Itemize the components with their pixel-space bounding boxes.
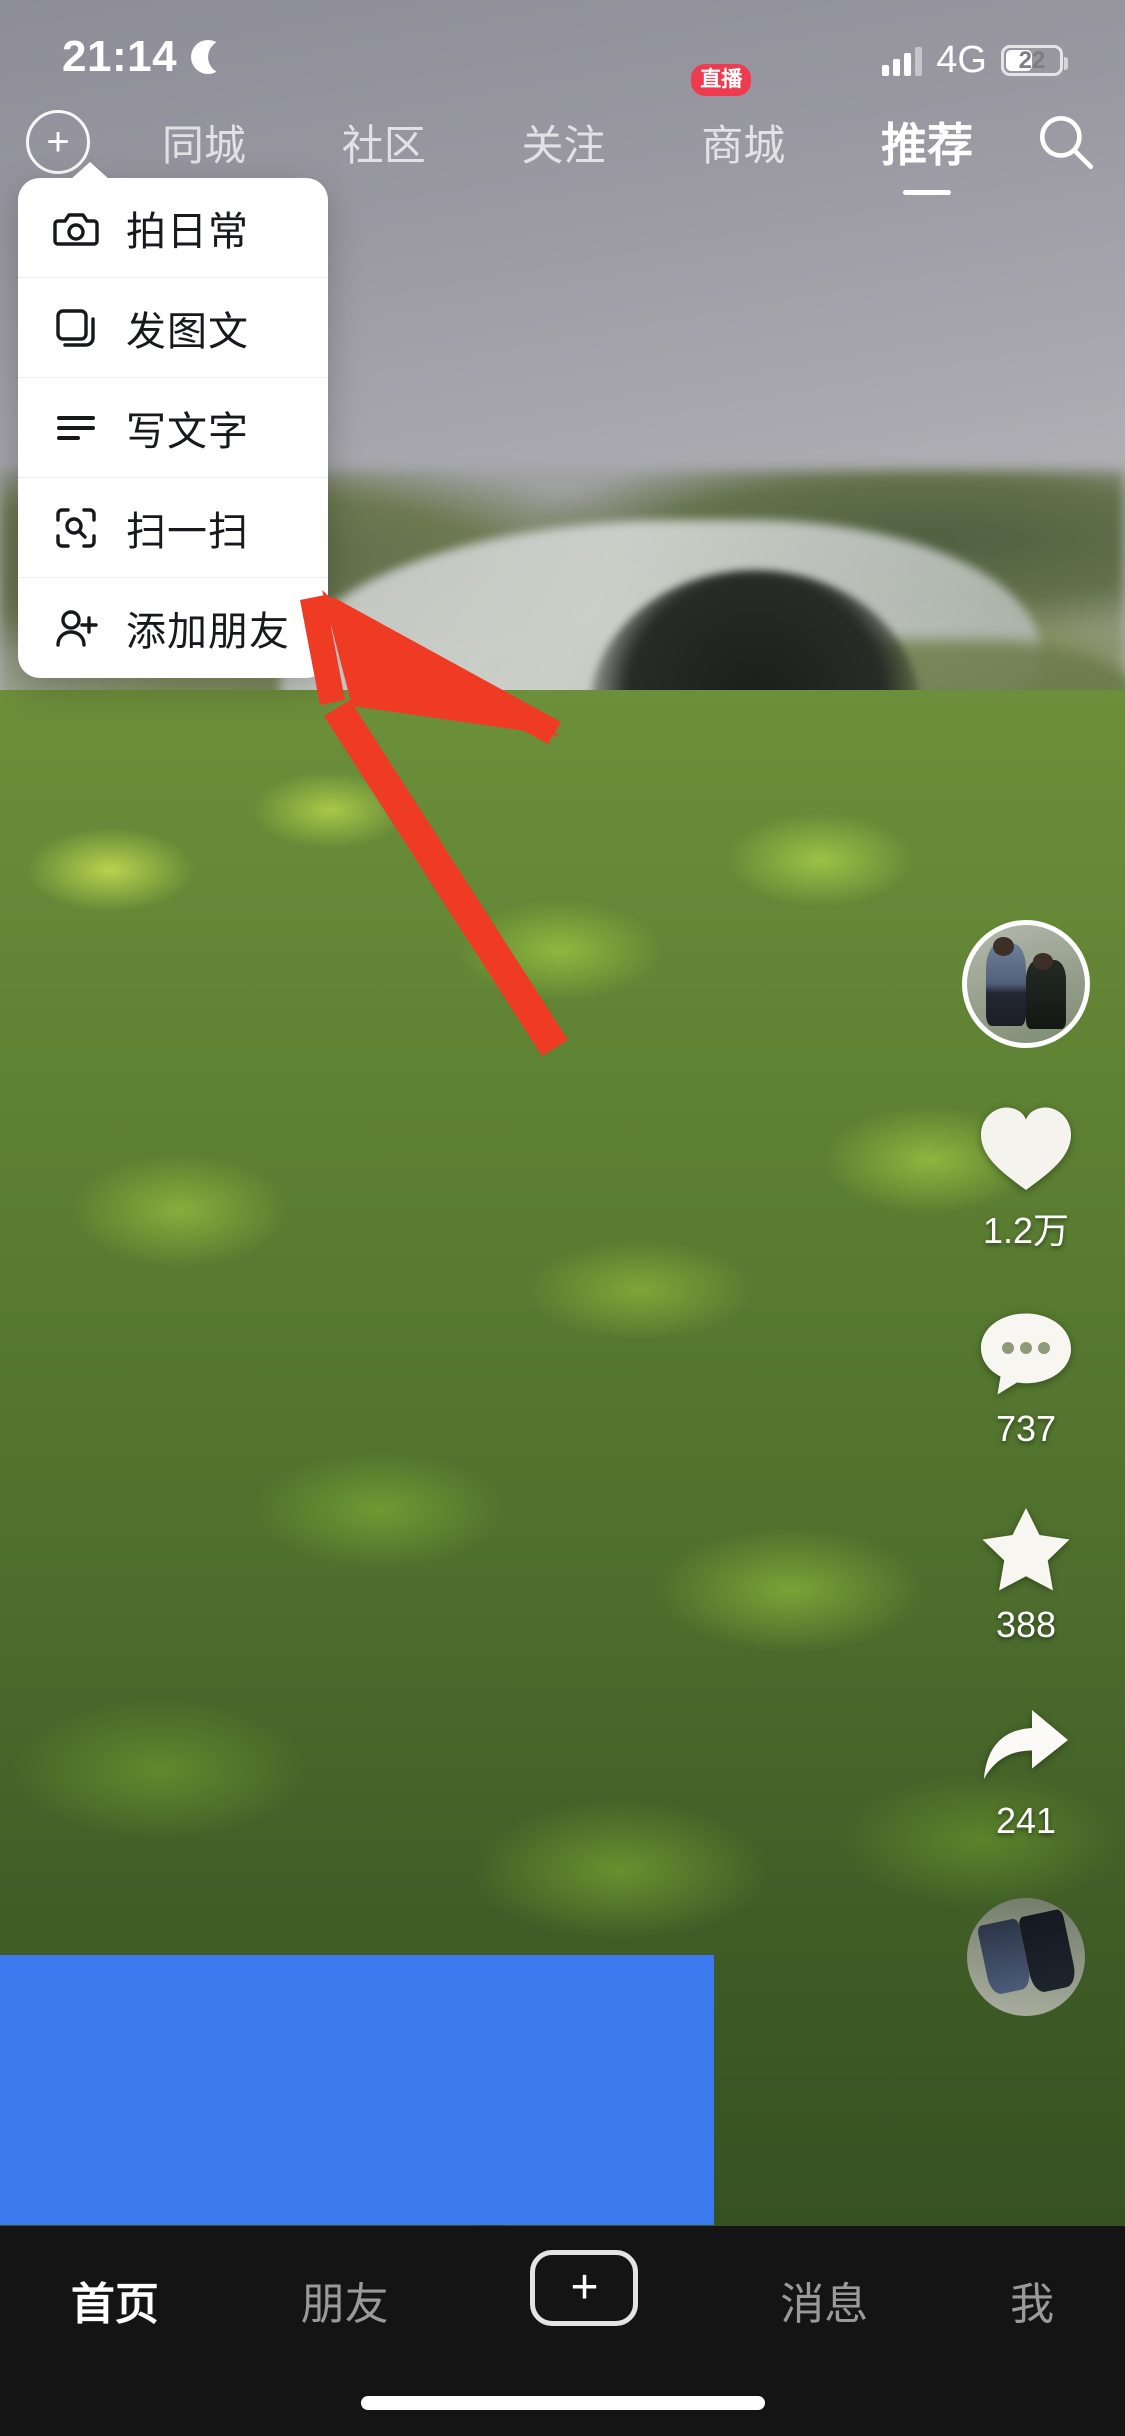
author-avatar[interactable] <box>962 920 1090 1048</box>
battery-percent-label: 22 <box>1018 46 1046 74</box>
tab-tuijian[interactable]: 推荐 <box>879 105 975 179</box>
scan-qr-icon <box>52 504 100 552</box>
clock: 21:14 <box>62 32 178 81</box>
dropdown-caret <box>70 162 110 180</box>
menu-item-sao-yi-sao[interactable]: 扫一扫 <box>18 478 328 578</box>
menu-item-label: 发图文 <box>126 309 249 354</box>
status-bar-right: 4G 22 <box>882 39 1068 82</box>
search-icon[interactable] <box>1033 109 1099 175</box>
menu-item-pai-richang[interactable]: 拍日常 <box>18 178 328 278</box>
status-bar: 21:14 4G 22 <box>0 0 1125 96</box>
like-count: 1.2万 <box>982 1210 1070 1251</box>
tab-tongcheng[interactable]: 同城 <box>160 108 248 177</box>
action-rail: 1.2万 737 388 241 <box>951 920 1101 2027</box>
cellular-signal-icon <box>882 46 923 76</box>
text-lines-icon <box>52 404 100 452</box>
network-type-label: 4G <box>936 39 987 81</box>
blue-redaction-overlay <box>0 1955 714 2225</box>
comment-action[interactable]: 737 <box>978 1308 1074 1450</box>
tab-shangcheng[interactable]: 直播 商城 <box>691 63 787 177</box>
tab-guanzhu[interactable]: 关注 <box>519 108 607 177</box>
like-action[interactable]: 1.2万 <box>978 1102 1074 1254</box>
heart-icon <box>978 1102 1074 1194</box>
bottom-nav-create-button[interactable]: + <box>530 2250 639 2326</box>
tab-shangcheng-label: 商城 <box>701 121 786 169</box>
menu-item-xie-wenzi[interactable]: 写文字 <box>18 378 328 478</box>
music-disc-avatar[interactable] <box>956 1887 1096 2027</box>
menu-item-label: 扫一扫 <box>126 509 249 554</box>
battery-icon: 22 <box>1001 45 1068 76</box>
bottom-nav-friends[interactable]: 朋友 <box>301 2250 389 2332</box>
create-dropdown-menu: 拍日常 发图文 写文字 扫一扫 添加朋友 <box>18 162 328 678</box>
comment-count: 737 <box>995 1408 1057 1449</box>
menu-item-label: 添加朋友 <box>126 610 290 654</box>
camera-icon <box>52 204 100 252</box>
menu-item-fa-tuwen[interactable]: 发图文 <box>18 278 328 378</box>
menu-item-tianjia-pengyou[interactable]: 添加朋友 <box>18 578 328 678</box>
bottom-nav-messages[interactable]: 消息 <box>780 2250 868 2332</box>
images-stack-icon <box>52 304 100 352</box>
add-friend-icon <box>52 604 100 652</box>
home-indicator[interactable] <box>360 2396 765 2410</box>
star-icon <box>978 1504 1074 1596</box>
share-count: 241 <box>995 1800 1057 1841</box>
share-icon <box>978 1700 1074 1792</box>
menu-item-label: 写文字 <box>126 409 249 454</box>
share-action[interactable]: 241 <box>978 1700 1074 1842</box>
app-screen: 21:14 4G 22 + 同城 社区 关注 直播 商城 推荐 拍日常 发图文 … <box>0 0 1125 2436</box>
status-bar-left: 21:14 <box>62 32 225 82</box>
bottom-nav-home[interactable]: 首页 <box>71 2250 159 2332</box>
top-navigation-bar: + 同城 社区 关注 直播 商城 推荐 <box>0 63 1125 188</box>
favorite-count: 388 <box>995 1604 1057 1645</box>
crescent-moon-icon <box>191 40 225 74</box>
avatar-head-left <box>992 936 1015 956</box>
favorite-action[interactable]: 388 <box>978 1504 1074 1646</box>
comment-icon <box>978 1308 1074 1400</box>
avatar-person-left <box>985 943 1026 1027</box>
tab-shequ[interactable]: 社区 <box>340 108 428 177</box>
bottom-nav-profile[interactable]: 我 <box>1010 2250 1054 2332</box>
avatar-person-right <box>1026 960 1067 1029</box>
avatar-head-right <box>1033 953 1054 970</box>
menu-item-label: 拍日常 <box>126 209 249 254</box>
tab-list: 同城 社区 关注 直播 商城 推荐 <box>114 63 1021 179</box>
